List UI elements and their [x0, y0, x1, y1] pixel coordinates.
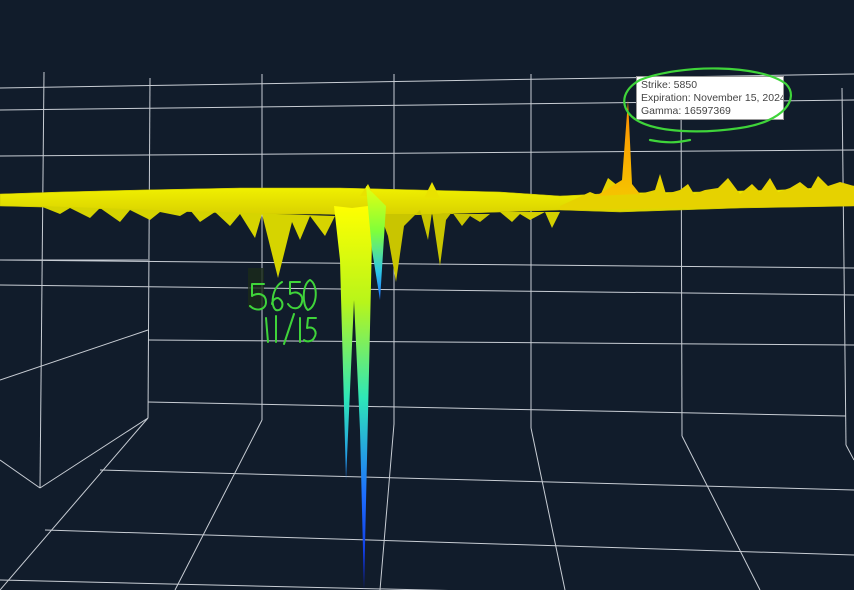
gamma-surface[interactable] — [0, 174, 854, 282]
surface-teeth-left — [40, 206, 335, 278]
wireframe-grid — [0, 71, 854, 590]
tooltip-expiration: Expiration: November 15, 2024 — [641, 92, 784, 104]
spike-positive-5850 — [596, 100, 640, 196]
surface-teeth-right — [500, 212, 560, 228]
surface-teeth-mid — [380, 210, 490, 282]
chart-stage: Strike: 5850 Expiration: November 15, 20… — [0, 0, 854, 590]
spike-marks — [334, 100, 640, 590]
hover-tooltip: Strike: 5850 Expiration: November 15, 20… — [636, 76, 784, 120]
tooltip-gamma: Gamma: 16597369 — [641, 105, 731, 117]
tooltip-strike: Strike: 5850 — [641, 79, 698, 91]
